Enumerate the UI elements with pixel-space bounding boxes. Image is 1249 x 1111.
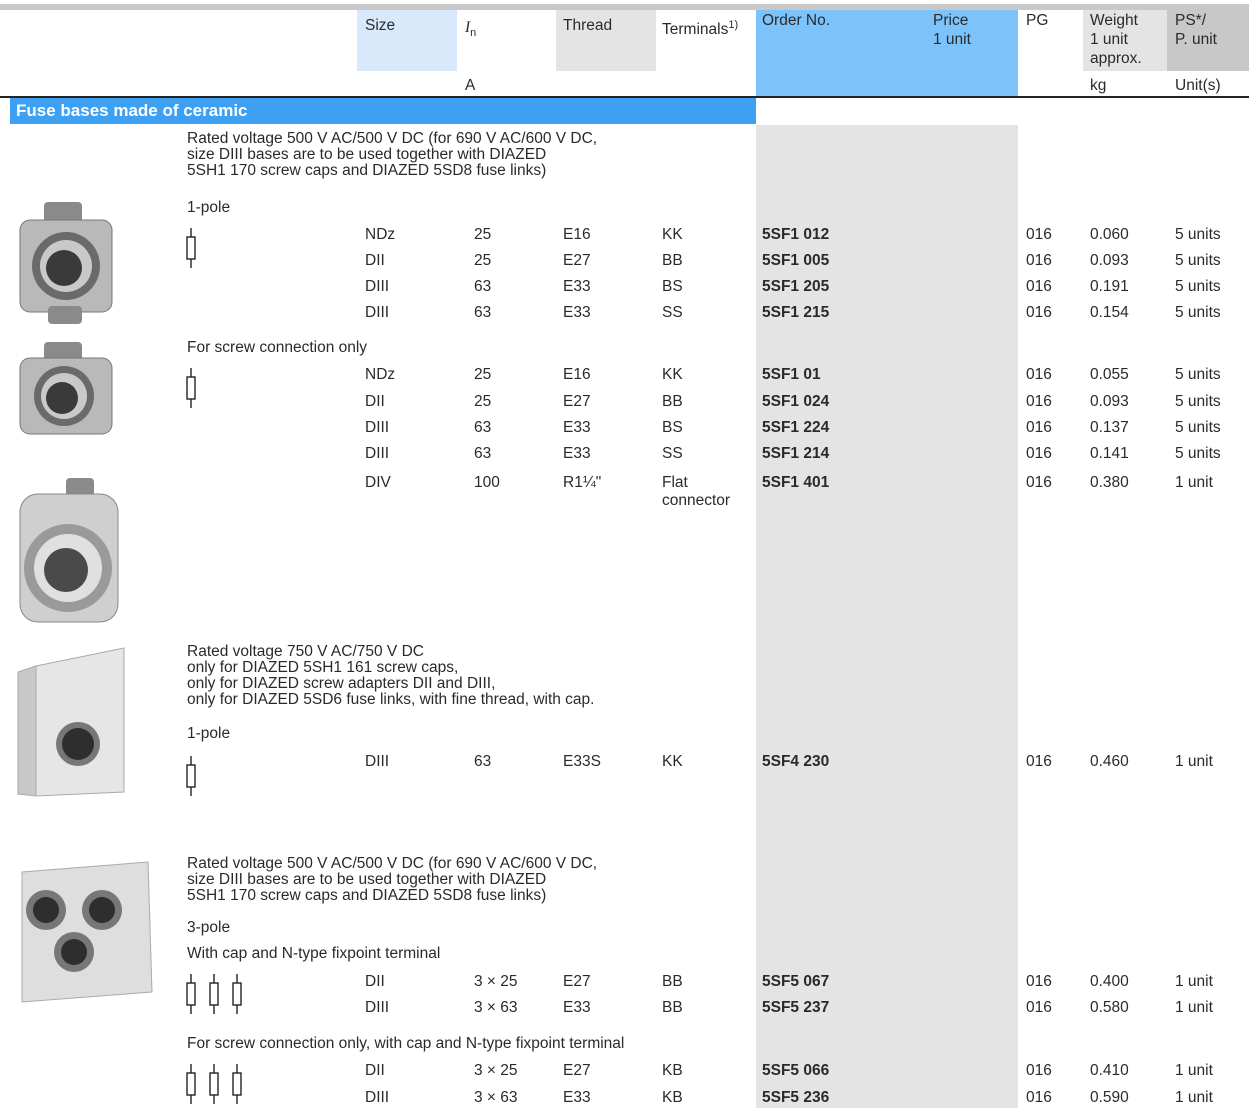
- header-size: Size: [365, 17, 396, 34]
- fuse-base-photo: [19, 342, 113, 435]
- note-rated-voltage-2: Rated voltage 750 V AC/750 V DC only for…: [187, 643, 595, 708]
- table-row: DIII 63 E33 SS 5SF1 215 016 0.154 5 units: [365, 304, 1221, 321]
- unit-ps: Unit(s): [1175, 77, 1221, 94]
- header-ps: PS*/ P. unit: [1175, 12, 1217, 48]
- note-cap-3: With cap and N-type fixpoint terminal: [187, 945, 441, 962]
- table-row: DIII 63 E33 SS 5SF1 214 016 0.141 5 units: [365, 445, 1221, 462]
- note-pole-1: 1-pole: [187, 199, 231, 216]
- unit-in: A: [465, 77, 476, 94]
- header-thread: Thread: [563, 17, 613, 34]
- table-row: DIII 63 E33 BS 5SF1 224 016 0.137 5 units: [365, 419, 1221, 436]
- unit-weight: kg: [1090, 77, 1107, 94]
- fuse-symbol-icon: [186, 228, 196, 268]
- note-rated-voltage-1: Rated voltage 500 V AC/500 V DC (for 690…: [187, 130, 598, 179]
- header-terminals: Terminals1): [662, 19, 739, 39]
- table-row: DIV 100 R1¼" Flat connector 5SF1 401 016 0.380…: [365, 474, 1213, 509]
- fuse-base-photo: [17, 647, 125, 797]
- note-rated-voltage-3: Rated voltage 500 V AC/500 V DC (for 690…: [187, 855, 598, 904]
- header-in: In: [465, 19, 477, 40]
- fuse-base-photo: [21, 861, 153, 1003]
- fuse-base-photo: [19, 478, 119, 623]
- fuse-symbol-icon: [186, 756, 196, 796]
- header-order-no: Order No.: [762, 12, 831, 29]
- section-title: Fuse bases made of ceramic: [10, 98, 756, 124]
- note-screw-3: For screw connection only, with cap and …: [187, 1035, 625, 1052]
- header-price: Price 1 unit: [933, 12, 971, 48]
- fuse-symbol-icon-3pole: [186, 1064, 242, 1104]
- table-row: DIII 63 E33 BS 5SF1 205 016 0.191 5 units: [365, 278, 1221, 295]
- note-screw-1: For screw connection only: [187, 339, 368, 356]
- fuse-base-photo: [19, 202, 113, 324]
- note-pole-2: 1-pole: [187, 725, 231, 742]
- fuse-symbol-icon: [186, 368, 196, 408]
- header-weight: Weight 1 unit approx.: [1090, 12, 1142, 67]
- header-pg: PG: [1026, 12, 1049, 29]
- fuse-symbol-icon-3pole: [186, 974, 242, 1014]
- note-pole-3: 3-pole: [187, 919, 231, 936]
